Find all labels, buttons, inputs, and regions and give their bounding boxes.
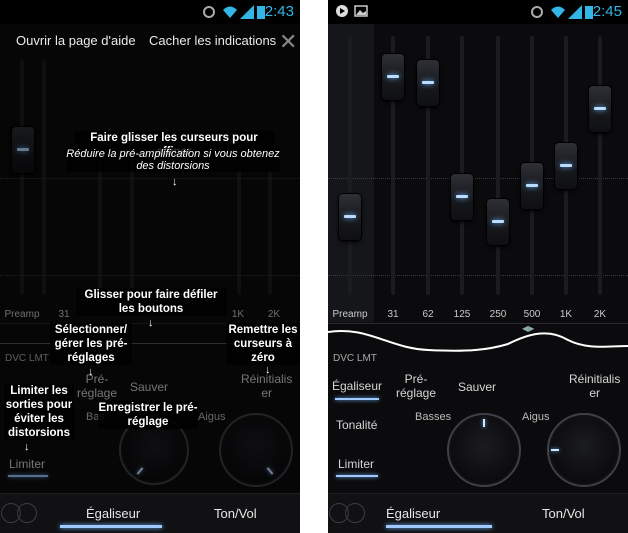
treble-knob[interactable] <box>547 413 621 487</box>
right-screen: 2:45 Preamp 31 62 125 250 500 1K 2K ◀▶ DVC LMT … <box>328 0 628 533</box>
status-time: 2:45 <box>592 3 622 20</box>
left-screen: 2:43 Preamp 31 1K 2K DVC LMT Pré- réglag… <box>0 0 300 533</box>
band-label: Preamp <box>332 309 368 320</box>
wifi-icon <box>550 5 566 24</box>
battery-icon <box>585 5 593 24</box>
battery-icon <box>257 5 265 24</box>
tab-indicator <box>386 525 492 528</box>
band-track <box>598 36 602 295</box>
play-notification-icon <box>335 4 349 23</box>
image-icon <box>354 4 368 23</box>
band-label: 125 <box>453 309 471 320</box>
scroll-arrows-icon: ◀▶ <box>522 324 535 333</box>
play-icon[interactable] <box>345 503 365 523</box>
status-time: 2:43 <box>264 3 294 20</box>
tab-equalizer[interactable]: Égaliseur <box>386 506 440 521</box>
preset-button[interactable]: Pré- réglage <box>396 372 436 400</box>
hint-preamp: Réduire la pré-amplification si vous obt… <box>66 148 280 172</box>
wifi-icon <box>222 5 238 24</box>
play-icon[interactable] <box>17 503 37 523</box>
hint-arrow: ↓ <box>88 366 94 378</box>
hint-select: Sélectionner/ gérer les pré-réglages <box>50 323 132 365</box>
hint-arrow: ↓ <box>265 364 271 376</box>
band-label: 31 <box>387 309 399 320</box>
dvc-label: DVC LMT <box>333 353 377 364</box>
band-slider[interactable] <box>589 85 611 132</box>
hint-arrow: ↓ <box>148 317 154 329</box>
band-slider[interactable] <box>521 163 543 210</box>
close-icon[interactable]: ✕ <box>279 29 297 55</box>
grid-line <box>328 275 628 277</box>
equalizer-button[interactable]: Égaliseur <box>332 379 382 393</box>
limit-button[interactable]: Limiter <box>338 457 374 471</box>
limit-underline <box>336 475 378 477</box>
reset-button[interactable]: Réinitialis er <box>569 372 620 400</box>
hint-reset: Remettre les curseurs à zéro <box>226 323 300 365</box>
hint-save: Enregistrer le pré-réglage <box>98 401 198 429</box>
status-bar: 2:45 <box>328 0 628 24</box>
band-slider[interactable] <box>487 199 509 246</box>
band-track <box>460 36 464 295</box>
treble-label: Aigus <box>522 411 550 423</box>
hide-hints-link[interactable]: Cacher les indications <box>149 33 276 48</box>
signal-icon <box>240 5 254 24</box>
tab-ton-vol[interactable]: Ton/Vol <box>214 506 257 521</box>
tab-ton-vol[interactable]: Ton/Vol <box>542 506 585 521</box>
gear-icon <box>530 5 544 24</box>
band-track <box>348 36 352 295</box>
bass-knob[interactable] <box>447 413 521 487</box>
tab-bar: Égaliseur Ton/Vol <box>328 493 628 533</box>
grid-line <box>328 178 628 180</box>
gear-icon <box>202 5 216 24</box>
bass-label: Basses <box>415 411 452 423</box>
band-label: 2K <box>593 309 607 320</box>
tone-button[interactable]: Tonalité <box>336 418 377 432</box>
hint-arrow: ↓ <box>172 176 178 188</box>
signal-icon <box>568 5 582 24</box>
band-track <box>496 36 500 295</box>
save-button[interactable]: Sauver <box>458 380 496 394</box>
tab-indicator <box>60 525 162 528</box>
band-slider[interactable] <box>382 54 404 101</box>
band-slider[interactable] <box>339 194 361 241</box>
tab-equalizer[interactable]: Égaliseur <box>86 506 140 521</box>
hint-limit: Limiter les sorties pour éviter les dist… <box>4 384 74 440</box>
band-slider[interactable] <box>555 142 577 189</box>
help-link[interactable]: Ouvrir la page d'aide <box>16 33 136 48</box>
band-slider[interactable] <box>451 173 473 220</box>
status-bar: 2:43 <box>0 0 300 24</box>
hint-scroll: Glisser pour faire défiler les boutons <box>76 288 226 316</box>
band-slider[interactable] <box>417 59 439 106</box>
equalizer-underline <box>335 398 379 400</box>
hint-arrow: ↓ <box>24 441 30 453</box>
tab-bar: Égaliseur Ton/Vol <box>0 493 300 533</box>
